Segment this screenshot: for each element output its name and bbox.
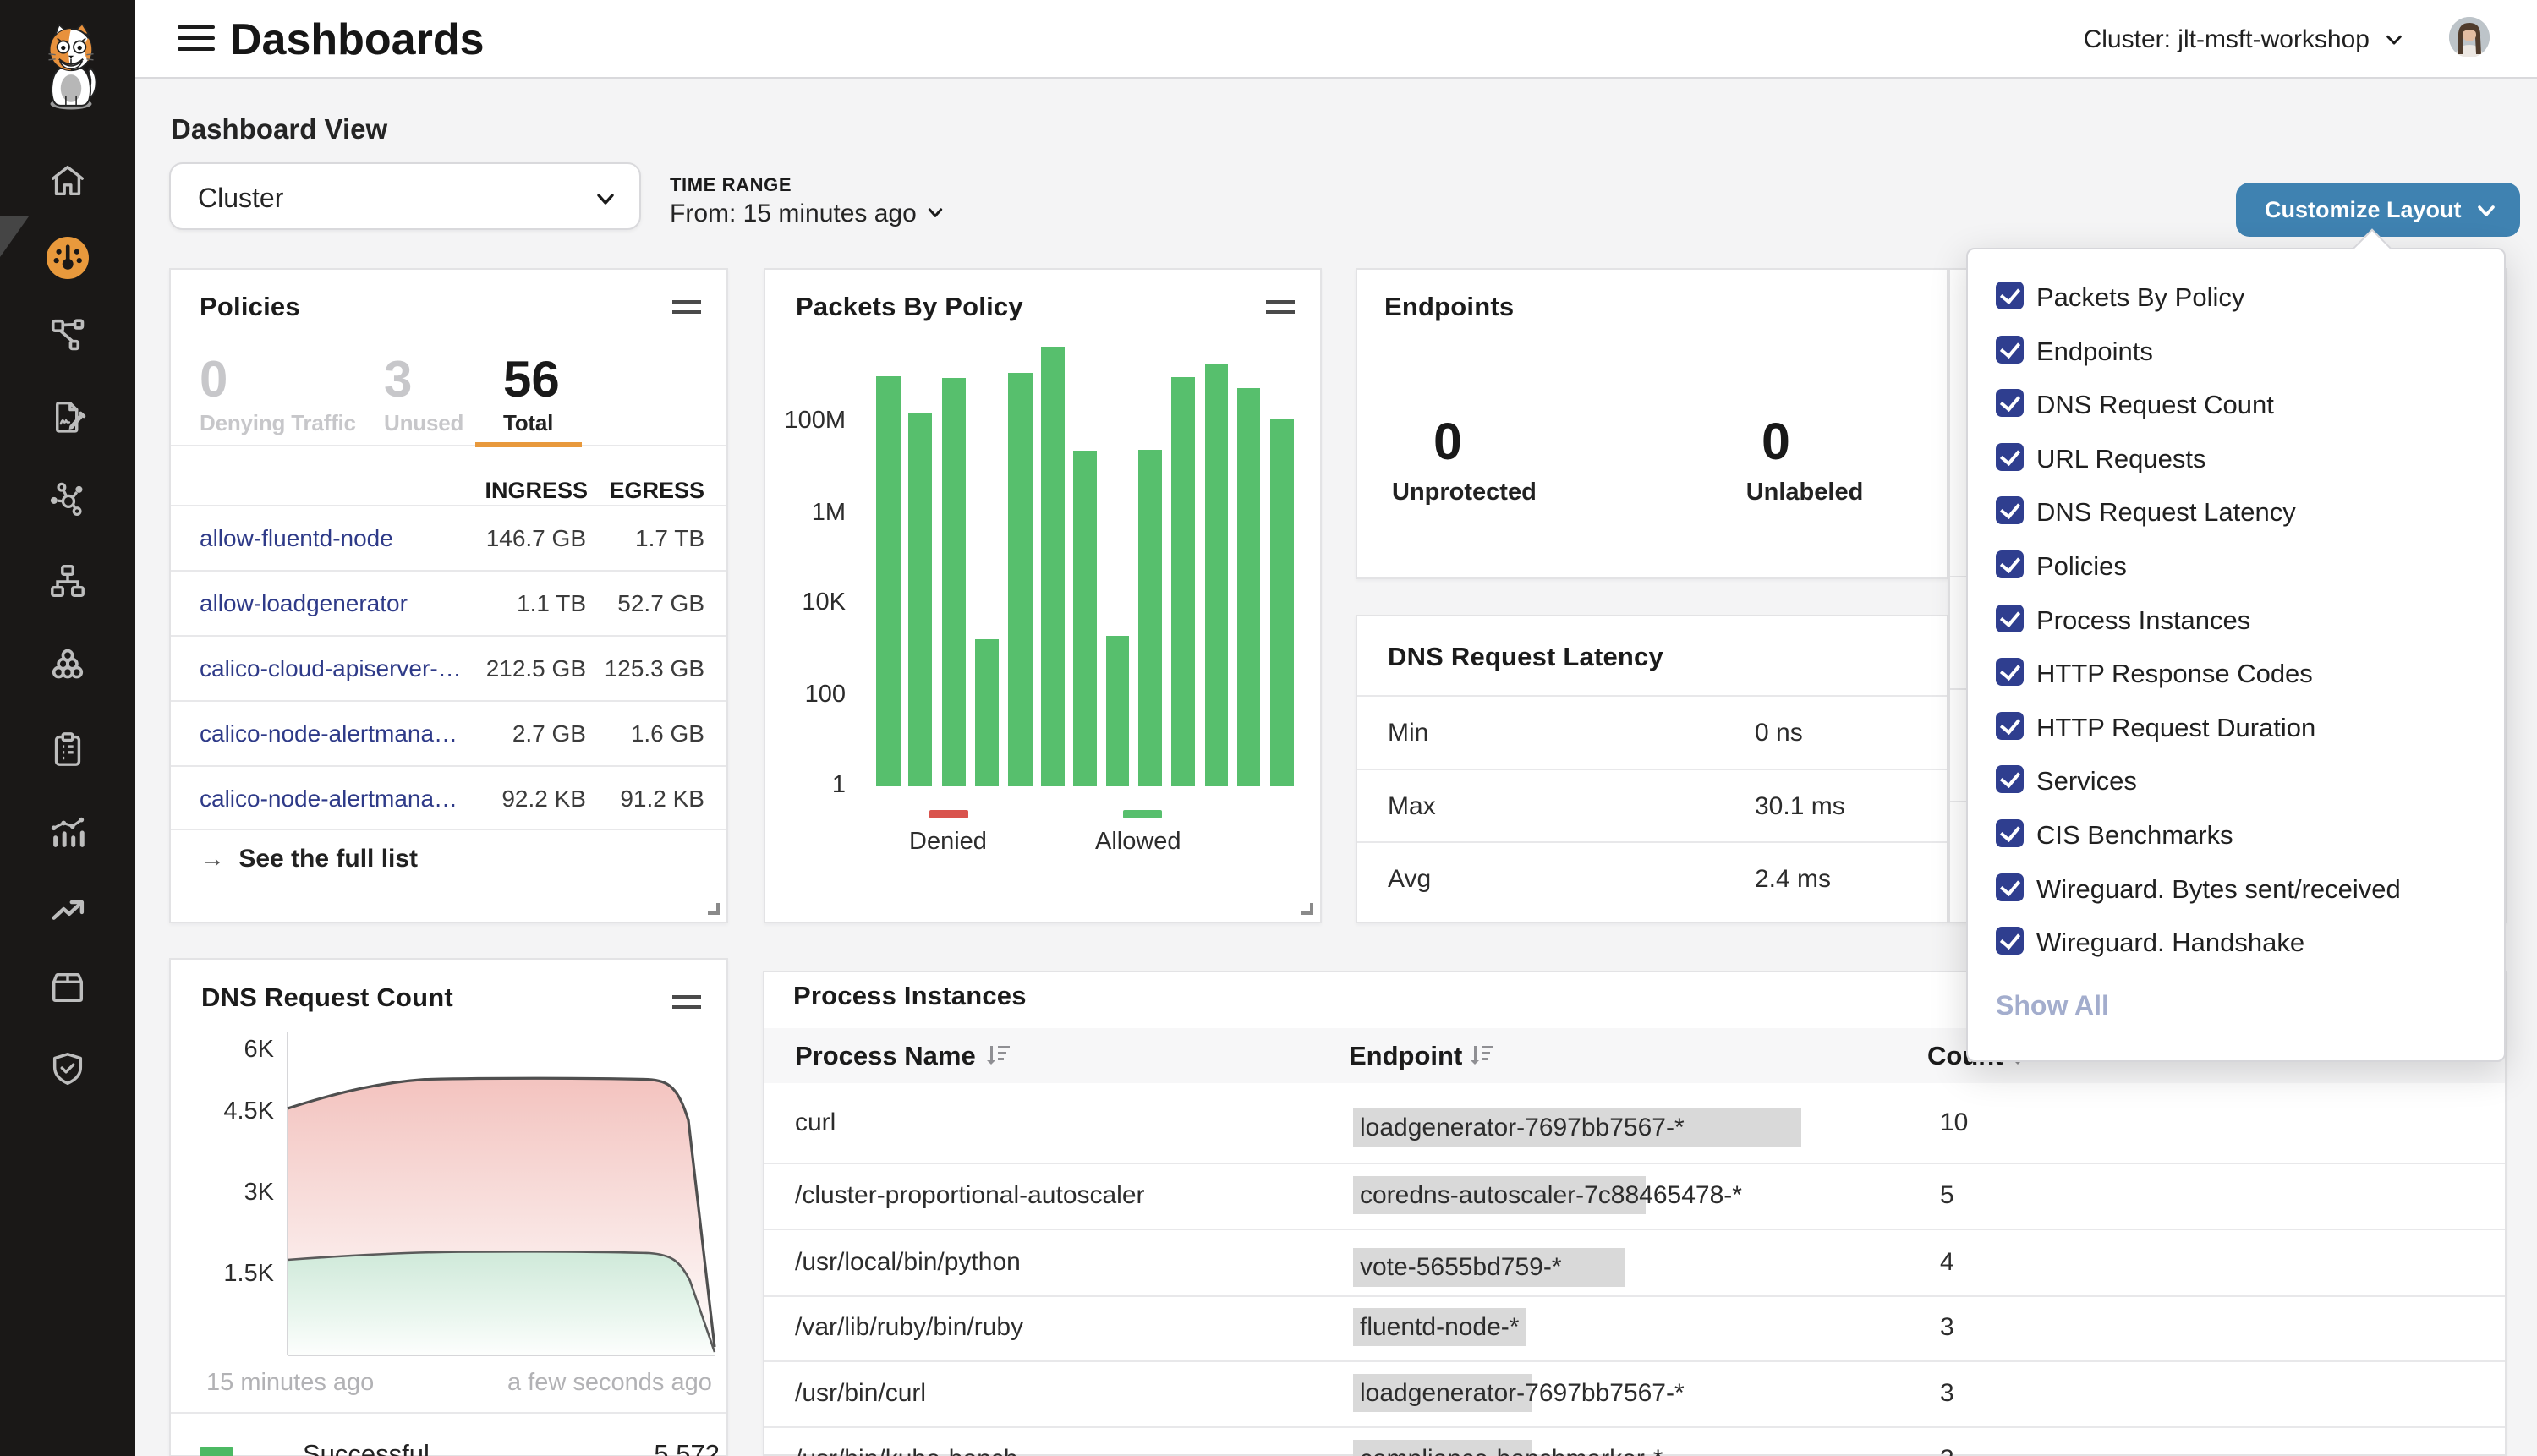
svg-text:6K: 6K xyxy=(244,1036,275,1063)
svg-text:1.5K: 1.5K xyxy=(223,1260,274,1287)
svg-text:3K: 3K xyxy=(244,1179,275,1206)
svg-text:4.5K: 4.5K xyxy=(223,1097,274,1125)
